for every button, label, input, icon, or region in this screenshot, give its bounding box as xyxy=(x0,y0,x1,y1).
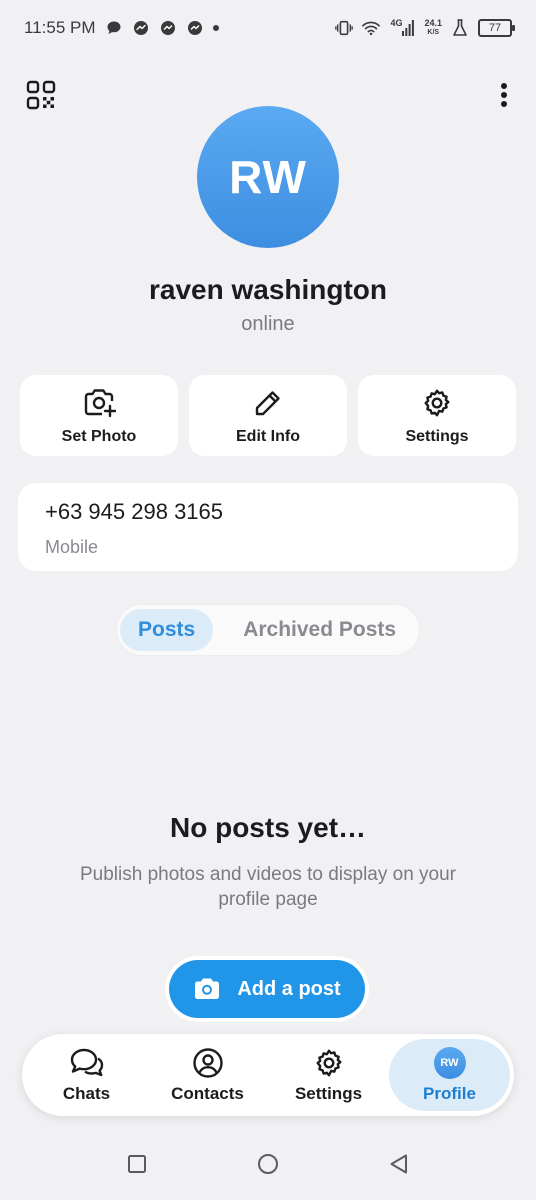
set-photo-button[interactable]: Set Photo xyxy=(20,375,178,456)
empty-state-description: Publish photos and videos to display on … xyxy=(79,864,457,910)
cell-signal-icon: 4G xyxy=(389,18,415,37)
chat-bubble-icon xyxy=(105,19,123,37)
phone-info-card[interactable]: +63 945 298 3165 Mobile xyxy=(18,483,518,571)
mini-avatar-initials: RW xyxy=(440,1056,459,1069)
status-time: 11:55 PM xyxy=(24,18,96,37)
camera-icon xyxy=(195,978,220,999)
phone-number: +63 945 298 3165 xyxy=(45,499,224,524)
camera-plus-icon xyxy=(82,386,116,420)
messenger-icon xyxy=(186,19,204,37)
avatar: RW xyxy=(433,1046,466,1079)
nav-settings-label: Settings xyxy=(294,1083,363,1103)
gear-icon xyxy=(420,386,454,420)
more-notifications-dot xyxy=(212,25,219,31)
pencil-icon xyxy=(251,386,285,420)
add-post-button[interactable]: Add a post xyxy=(169,960,365,1018)
nav-chats[interactable]: Chats xyxy=(26,1039,147,1111)
settings-button[interactable]: Settings xyxy=(358,375,516,456)
settings-label: Settings xyxy=(405,427,469,445)
tab-posts[interactable]: Posts xyxy=(120,609,214,651)
home-button[interactable] xyxy=(255,1151,281,1177)
more-dot xyxy=(501,92,507,98)
bottom-navigation: Chats Contacts Settings RW Profile xyxy=(22,1034,514,1116)
status-right: 4G 24.1 K/S 77 xyxy=(335,18,515,37)
circle-icon xyxy=(258,1154,278,1174)
edit-info-button[interactable]: Edit Info xyxy=(189,375,347,456)
more-dot xyxy=(501,83,507,89)
contact-icon xyxy=(192,1047,223,1078)
edit-info-label: Edit Info xyxy=(236,427,300,445)
status-left: 11:55 PM xyxy=(24,18,219,38)
set-photo-label: Set Photo xyxy=(61,427,137,445)
tab-archived-posts-label: Archived Posts xyxy=(243,618,397,641)
square-icon xyxy=(128,1155,146,1173)
qr-code-icon xyxy=(26,80,56,110)
battery-indicator: 77 xyxy=(478,19,515,37)
nav-chats-label: Chats xyxy=(62,1083,111,1103)
avatar-initials: RW xyxy=(229,151,307,203)
wifi-icon xyxy=(362,19,381,37)
more-dot xyxy=(501,101,507,107)
messenger-icon xyxy=(132,19,150,37)
profile-name: raven washington xyxy=(148,274,388,305)
profile-status: online xyxy=(241,313,295,335)
gear-icon xyxy=(315,1049,342,1076)
phone-label: Mobile xyxy=(45,537,99,557)
tab-archived-posts[interactable]: Archived Posts xyxy=(225,609,414,651)
empty-state-title: No posts yet… xyxy=(169,812,367,843)
back-triangle-icon xyxy=(390,1154,407,1174)
more-options-button[interactable] xyxy=(496,80,512,110)
nav-contacts[interactable]: Contacts xyxy=(147,1039,268,1111)
add-post-label: Add a post xyxy=(237,977,341,1000)
messenger-icon xyxy=(159,19,177,37)
nav-profile-label: Profile xyxy=(423,1083,476,1103)
flask-icon xyxy=(451,19,469,37)
system-navigation xyxy=(0,1132,536,1196)
nav-contacts-label: Contacts xyxy=(171,1083,244,1103)
posts-tabs: Posts Archived Posts xyxy=(116,604,420,656)
back-button[interactable] xyxy=(386,1151,412,1177)
add-post-container: Add a post xyxy=(165,956,369,1022)
chats-icon xyxy=(70,1048,103,1076)
profile-actions: Set Photo Edit Info Settings xyxy=(20,375,516,456)
status-bar: 11:55 PM 4G 24.1 K/S 77 xyxy=(0,0,536,56)
nav-profile[interactable]: RW Profile xyxy=(389,1039,510,1111)
vibrate-icon xyxy=(335,19,354,37)
profile-avatar[interactable]: RW xyxy=(197,106,339,248)
tab-posts-label: Posts xyxy=(138,618,196,641)
qr-code-button[interactable] xyxy=(26,80,56,110)
nav-settings[interactable]: Settings xyxy=(268,1039,389,1111)
recent-apps-button[interactable] xyxy=(124,1151,150,1177)
network-speed: 24.1 K/S xyxy=(424,18,442,37)
